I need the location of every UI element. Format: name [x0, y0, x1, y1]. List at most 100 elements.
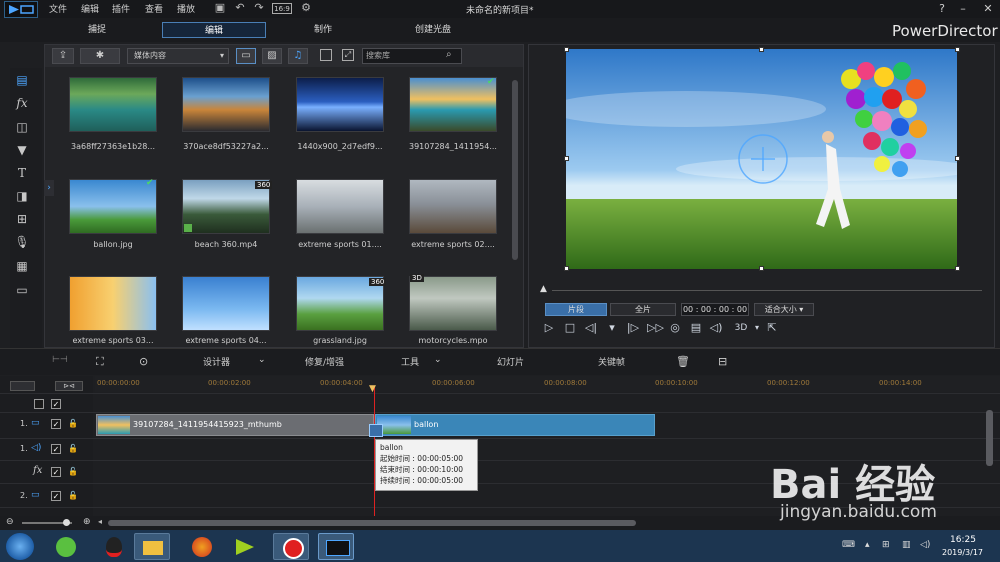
split-icon[interactable]: ⊢⊣: [52, 355, 68, 365]
tab-capture[interactable]: 捕捉: [72, 22, 122, 38]
master-track-toggle[interactable]: [34, 399, 44, 409]
undock-preview-icon[interactable]: ⇱: [765, 321, 779, 335]
library-expand-button[interactable]: ›: [44, 180, 54, 196]
track-enable-checkbox[interactable]: ✓: [51, 444, 61, 454]
track-manager-icon[interactable]: [10, 381, 35, 391]
menu-view[interactable]: 查看: [145, 2, 163, 15]
chapter-room-icon[interactable]: ▦: [13, 258, 31, 274]
chevron-down-icon[interactable]: ▾: [750, 321, 764, 335]
clock-time[interactable]: 16:25: [950, 535, 976, 545]
tab-produce[interactable]: 制作: [298, 22, 348, 38]
tools-menu[interactable]: 工具: [401, 355, 419, 368]
particle-room-icon[interactable]: ▼: [13, 142, 31, 158]
fix-enhance-button[interactable]: 修复/增强: [305, 355, 344, 368]
settings-gear-icon[interactable]: ⚙: [300, 2, 312, 14]
filter-image-button[interactable]: ▨: [262, 48, 282, 64]
tab-create-disc[interactable]: 创建光盘: [405, 22, 461, 38]
designer-menu[interactable]: 设计器: [203, 355, 230, 368]
thumbnail-ballon[interactable]: [69, 179, 157, 234]
subtitle-room-icon[interactable]: ▭: [13, 282, 31, 298]
start-button-icon[interactable]: [6, 533, 34, 560]
lock-icon[interactable]: 🔓: [68, 419, 78, 429]
slideshow-button[interactable]: 幻灯片: [497, 355, 524, 368]
effect-room-icon[interactable]: fx: [13, 95, 31, 111]
thumbnail-extreme-sports-01[interactable]: [296, 179, 384, 234]
chevron-down-icon[interactable]: ⌄: [434, 355, 442, 365]
taskbar-media-app-icon[interactable]: [228, 533, 264, 560]
fast-forward-icon[interactable]: ▷▷: [647, 321, 664, 335]
expand-view-icon[interactable]: ⤢: [342, 49, 354, 61]
resize-handle[interactable]: [564, 47, 569, 52]
volume-icon[interactable]: ◁): [709, 321, 723, 335]
transition-room-icon[interactable]: ◨: [13, 188, 31, 204]
timeline-horizontal-scrollbar[interactable]: [108, 520, 636, 526]
timeline-clip-video[interactable]: 39107284_1411954415923_mthumb: [96, 414, 374, 436]
resize-handle[interactable]: [955, 266, 960, 271]
thumbnail-extreme-sports-04[interactable]: [182, 276, 270, 331]
resize-handle[interactable]: [564, 266, 569, 271]
keyframe-button[interactable]: 关键帧: [598, 355, 625, 368]
tab-edit[interactable]: 编辑: [162, 22, 266, 38]
menu-edit[interactable]: 编辑: [81, 2, 99, 15]
action-menu-icon[interactable]: ⊙: [139, 355, 148, 368]
tray-network-icon[interactable]: ▥: [902, 540, 911, 550]
resize-handle[interactable]: [759, 47, 764, 52]
media-content-dropdown[interactable]: 媒体内容 ▾: [127, 48, 229, 64]
pip-room-icon[interactable]: ◫: [13, 119, 31, 135]
timecode-display[interactable]: 00 : 00 : 00 : 00: [681, 303, 749, 316]
chevron-down-icon[interactable]: ⌄: [258, 355, 266, 365]
undo-icon[interactable]: ↶: [234, 2, 246, 14]
thumbnail-extreme-sports-02[interactable]: [409, 179, 497, 234]
menu-plugins[interactable]: 插件: [112, 2, 130, 15]
tray-volume-icon[interactable]: ◁): [920, 540, 930, 550]
preview-seek-bar[interactable]: [552, 290, 982, 291]
taskbar-firefox-icon[interactable]: [184, 533, 220, 560]
taskbar-browser-360-icon[interactable]: [48, 533, 84, 560]
zoom-slider-thumb[interactable]: [63, 519, 70, 526]
lock-icon[interactable]: 🔓: [68, 467, 78, 477]
search-icon[interactable]: ⌕: [446, 49, 452, 60]
help-icon[interactable]: ?: [935, 2, 949, 15]
import-media-button[interactable]: ⇪: [52, 48, 74, 64]
media-room-icon[interactable]: ▤: [13, 72, 31, 88]
resize-handle[interactable]: [759, 266, 764, 271]
fit-timeline-icon[interactable]: ⊳⊲: [55, 381, 83, 391]
menu-file[interactable]: 文件: [49, 2, 67, 15]
plugin-puzzle-button[interactable]: ✱: [80, 48, 120, 64]
menu-play[interactable]: 播放: [177, 2, 195, 15]
timeline-clip-ballon[interactable]: ballon: [375, 414, 655, 436]
next-frame-icon[interactable]: |▷: [626, 321, 640, 335]
aspect-ratio-button[interactable]: 16:9: [272, 3, 292, 14]
minimize-icon[interactable]: –: [956, 2, 970, 15]
playhead-marker-icon[interactable]: ▼: [369, 384, 376, 394]
filter-video-button[interactable]: ▭: [236, 48, 256, 64]
track-enable-checkbox[interactable]: ✓: [51, 467, 61, 477]
more-options-icon[interactable]: ⊟: [718, 355, 727, 368]
snapshot-camera-icon[interactable]: ◎: [668, 321, 682, 335]
lock-icon[interactable]: 🔓: [68, 444, 78, 454]
taskbar-explorer-icon[interactable]: [134, 533, 170, 560]
close-icon[interactable]: ✕: [981, 2, 995, 15]
mark-in-icon[interactable]: ▾: [605, 321, 619, 335]
tray-usb-icon[interactable]: ⊞: [882, 540, 890, 550]
3d-mode-button[interactable]: 3D: [730, 321, 752, 335]
seek-marker-icon[interactable]: ▲: [540, 284, 547, 294]
thumbnail-beach-rock[interactable]: [409, 77, 497, 132]
track-enable-checkbox[interactable]: ✓: [51, 419, 61, 429]
play-icon[interactable]: ▷: [542, 321, 556, 335]
redo-icon[interactable]: ↷: [253, 2, 265, 14]
thumbnail-mountain[interactable]: [182, 77, 270, 132]
preview-image[interactable]: [566, 49, 957, 269]
filter-audio-button[interactable]: ♫: [288, 48, 308, 64]
save-icon[interactable]: ▣: [214, 2, 226, 14]
previous-frame-icon[interactable]: ◁|: [584, 321, 598, 335]
resize-handle[interactable]: [955, 47, 960, 52]
resize-handle[interactable]: [564, 156, 569, 161]
tray-keyboard-icon[interactable]: ⌨: [842, 540, 855, 550]
lock-icon[interactable]: 🔓: [68, 491, 78, 501]
movie-mode-button[interactable]: 全片: [610, 303, 676, 316]
resize-handle[interactable]: [955, 156, 960, 161]
clock-date[interactable]: 2019/3/17: [942, 548, 983, 557]
thumbnail-sea-night[interactable]: [296, 77, 384, 132]
view-grid-icon[interactable]: [320, 49, 332, 61]
